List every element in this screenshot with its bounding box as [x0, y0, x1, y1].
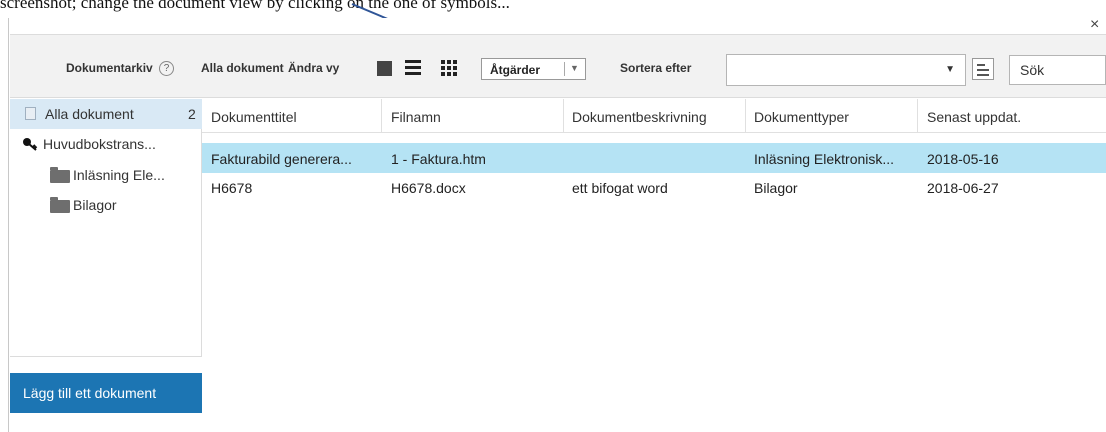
table-header: Dokumenttitel Filnamn Dokumentbeskrivnin…: [202, 99, 1106, 133]
sidebar-item-label: Inläsning Ele...: [73, 167, 165, 183]
cell-filename: 1 - Faktura.htm: [391, 151, 486, 167]
document-count: 2: [188, 106, 196, 122]
change-view-label: Ändra vy: [288, 61, 340, 75]
sidebar-item-label: Alla dokument: [45, 106, 134, 122]
sidebar-item-general-ledger[interactable]: Huvudbokstrans...: [10, 129, 202, 159]
chevron-down-icon: ▼: [570, 63, 579, 73]
key-icon: [23, 138, 38, 151]
search-input[interactable]: Sök: [1009, 55, 1106, 85]
cell-updated: 2018-05-16: [927, 151, 999, 167]
cell-description: ett bifogat word: [572, 180, 668, 196]
cell-title: H6678: [211, 180, 253, 196]
column-header-filename[interactable]: Filnamn: [391, 109, 441, 125]
folder-icon: [50, 167, 70, 183]
table-row[interactable]: Fakturabild generera... 1 - Faktura.htm …: [202, 143, 1106, 173]
cell-types: Bilagor: [754, 180, 798, 196]
sidebar-item-label: Bilagor: [73, 197, 117, 213]
document-icon: [25, 107, 36, 120]
cell-filename: H6678.docx: [391, 180, 466, 196]
sort-select[interactable]: ▼: [726, 54, 966, 86]
sidebar-item-label: Huvudbokstrans...: [43, 136, 156, 152]
sort-by-label: Sortera efter: [620, 61, 692, 75]
document-caption: screenshot; change the document view by …: [0, 0, 510, 12]
actions-dropdown[interactable]: Åtgärder ▼: [481, 58, 586, 80]
sort-order-icon[interactable]: [972, 58, 994, 80]
cell-title: Fakturabild generera...: [211, 151, 352, 167]
sidebar: Alla dokument 2 Huvudbokstrans... Inläsn…: [10, 99, 202, 357]
tile-view-icon[interactable]: [377, 61, 392, 76]
column-header-description[interactable]: Dokumentbeskrivning: [572, 109, 707, 125]
actions-label: Åtgärder: [490, 63, 541, 77]
add-document-button[interactable]: Lägg till ett dokument: [10, 373, 202, 413]
chevron-down-icon: ▼: [945, 64, 955, 75]
help-icon[interactable]: ?: [159, 61, 175, 77]
archive-label: Dokumentarkiv ?: [66, 61, 175, 77]
list-view-icon[interactable]: [405, 60, 421, 76]
cell-types: Inläsning Elektronisk...: [754, 151, 895, 167]
sidebar-item-electronic-import[interactable]: Inläsning Ele...: [10, 160, 202, 190]
table-row[interactable]: H6678 H6678.docx ett bifogat word Bilago…: [202, 172, 1106, 202]
close-icon[interactable]: ×: [1090, 16, 1099, 34]
column-header-types[interactable]: Dokumenttyper: [754, 109, 849, 125]
sidebar-item-all-documents[interactable]: Alla dokument 2: [10, 99, 202, 129]
all-documents-label: Alla dokument: [201, 61, 284, 75]
column-header-updated[interactable]: Senast uppdat.: [927, 109, 1021, 125]
sidebar-item-attachments[interactable]: Bilagor: [10, 190, 202, 220]
cell-updated: 2018-06-27: [927, 180, 999, 196]
grid-view-icon[interactable]: [441, 60, 457, 76]
column-header-title[interactable]: Dokumenttitel: [211, 109, 297, 125]
folder-icon: [50, 197, 70, 213]
